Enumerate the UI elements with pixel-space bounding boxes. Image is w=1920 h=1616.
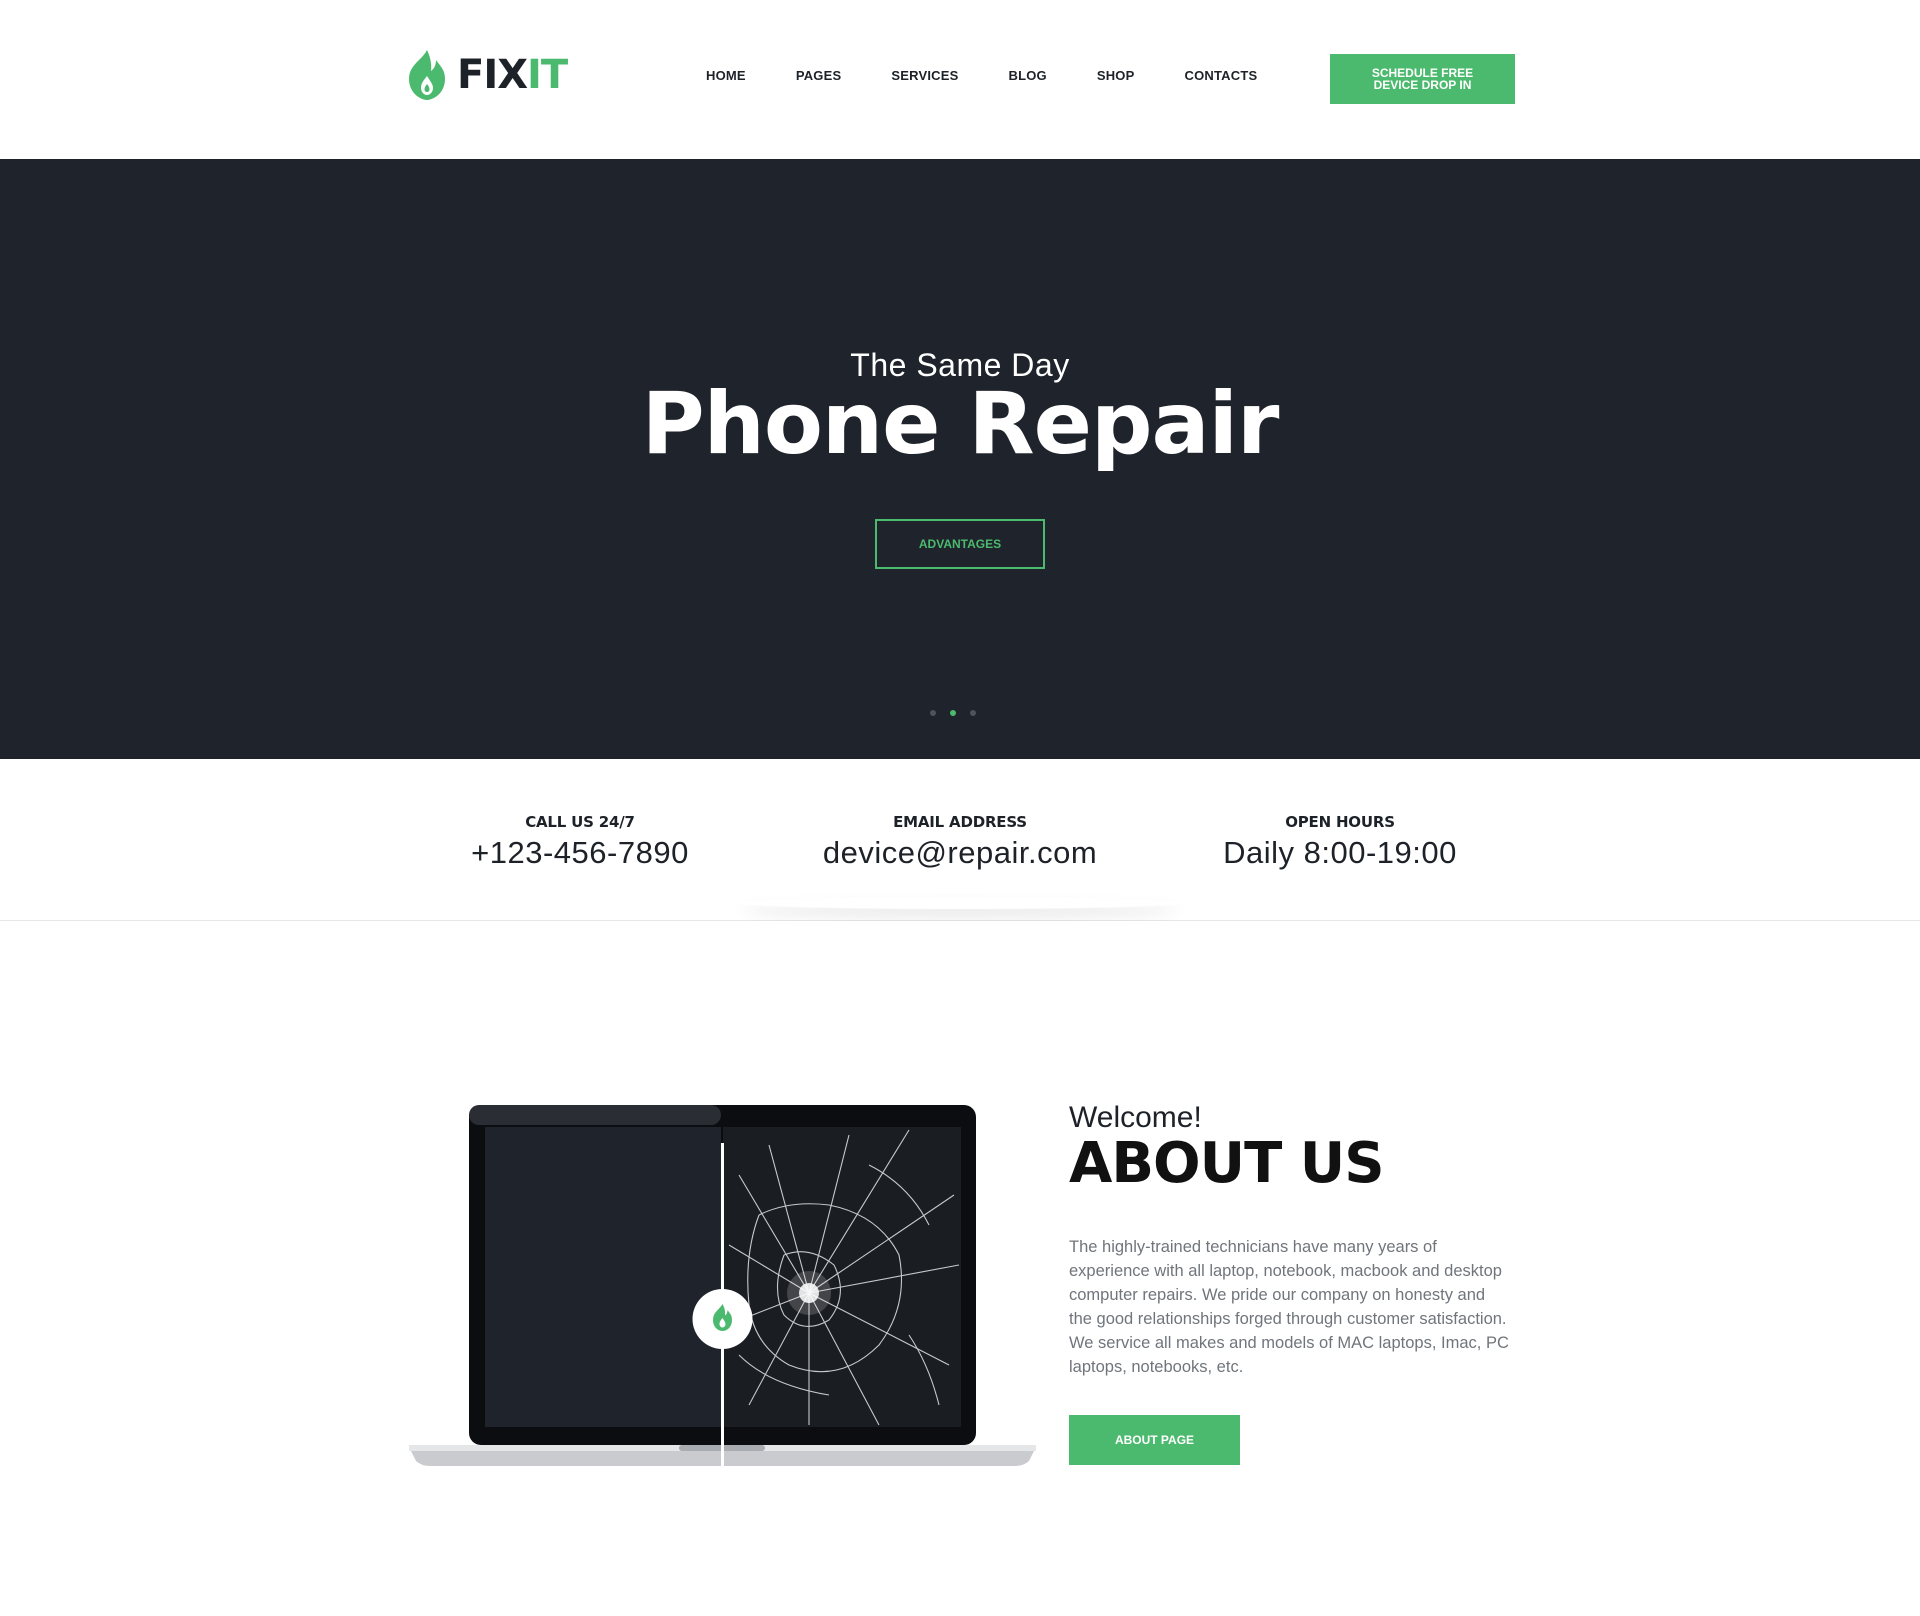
hero-slider: The Same Day Phone Repair ADVANTAGES <box>0 159 1920 759</box>
info-hours: OPEN HOURS Daily 8:00-19:00 <box>1160 813 1520 871</box>
logo-text-it: IT <box>527 52 568 98</box>
info-hours-value: Daily 8:00-19:00 <box>1223 835 1457 870</box>
nav-item-shop[interactable]: SHOP <box>1097 68 1135 83</box>
about-subtitle: Welcome! <box>1069 1101 1202 1134</box>
about-page-button[interactable]: ABOUT PAGE <box>1069 1415 1240 1465</box>
laptop-before-after-image[interactable] <box>409 1105 1036 1467</box>
info-email-label: EMAIL ADDRESS <box>893 813 1027 831</box>
hero-title: Phone Repair <box>641 374 1280 474</box>
main-nav: HOME PAGES SERVICES BLOG SHOP CONTACTS <box>706 68 1257 83</box>
info-phone-label: CALL US 24/7 <box>525 813 635 831</box>
slider-pagination <box>930 710 990 716</box>
logo[interactable]: FIXIT <box>403 47 568 103</box>
slider-dot-1[interactable] <box>930 710 936 716</box>
nav-item-pages[interactable]: PAGES <box>796 68 842 83</box>
contact-info-bar: CALL US 24/7 +123-456-7890 EMAIL ADDRESS… <box>0 759 1920 921</box>
slider-dot-2[interactable] <box>950 710 956 716</box>
info-email: EMAIL ADDRESS device@repair.com <box>780 813 1140 871</box>
info-email-value: device@repair.com <box>822 835 1098 870</box>
nav-item-contacts[interactable]: CONTACTS <box>1185 68 1258 83</box>
info-hours-label: OPEN HOURS <box>1285 813 1395 831</box>
info-phone-value: +123-456-7890 <box>471 835 689 870</box>
nav-item-services[interactable]: SERVICES <box>891 68 958 83</box>
slider-dot-3[interactable] <box>970 710 976 716</box>
nav-item-blog[interactable]: BLOG <box>1008 68 1046 83</box>
schedule-drop-in-button[interactable]: SCHEDULE FREE DEVICE DROP IN <box>1330 54 1515 104</box>
info-bar-shadow <box>740 897 1180 909</box>
about-text: The highly-trained technicians have many… <box>1069 1238 1509 1376</box>
site-header: FIXIT HOME PAGES SERVICES BLOG SHOP CONT… <box>0 0 1920 159</box>
info-phone: CALL US 24/7 +123-456-7890 <box>400 813 760 871</box>
flame-logo-icon <box>409 50 445 100</box>
nav-item-home[interactable]: HOME <box>706 68 746 83</box>
logo-text: FIXIT <box>457 52 568 98</box>
advantages-button[interactable]: ADVANTAGES <box>875 519 1045 569</box>
about-title: ABOUT US <box>1069 1131 1385 1196</box>
logo-text-fix: FIX <box>457 52 528 98</box>
about-section: Welcome! ABOUT US The highly-trained tec… <box>0 921 1920 1616</box>
